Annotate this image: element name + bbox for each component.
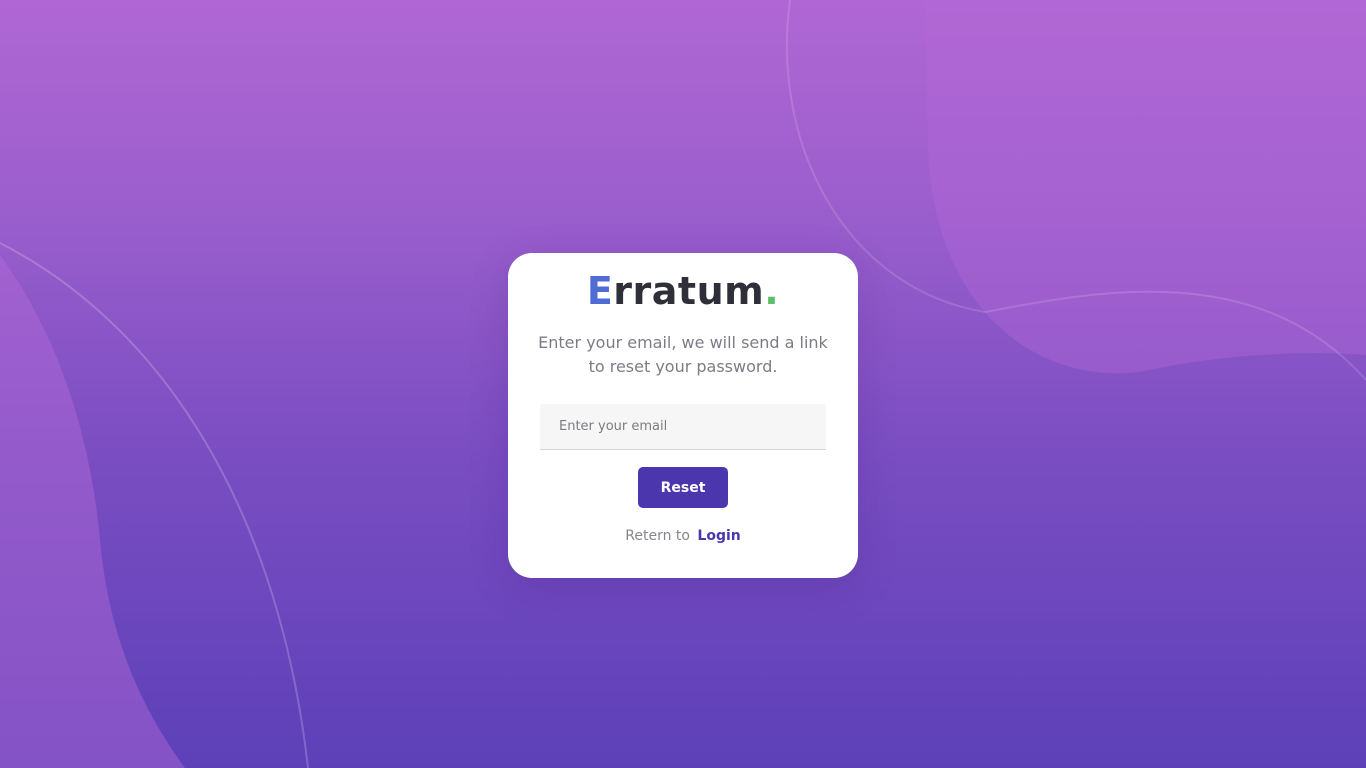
return-to-label: Retern to (625, 528, 690, 544)
top-right-background-shape (925, 0, 1366, 374)
logo-initial: E (586, 269, 614, 313)
left-background-shape (0, 255, 185, 768)
logo-dot: . (764, 269, 780, 313)
reset-instructions: Enter your email, we will send a link to… (538, 333, 828, 376)
login-link[interactable]: Login (697, 528, 740, 544)
reset-password-card: Erratum. Enter your email, we will send … (508, 253, 858, 578)
logo-text: rratum (613, 269, 765, 313)
return-to-login-row: Retern to Login (508, 527, 858, 545)
brand-logo: Erratum. (508, 269, 858, 313)
email-field[interactable] (540, 404, 826, 450)
reset-button[interactable]: Reset (638, 467, 728, 508)
